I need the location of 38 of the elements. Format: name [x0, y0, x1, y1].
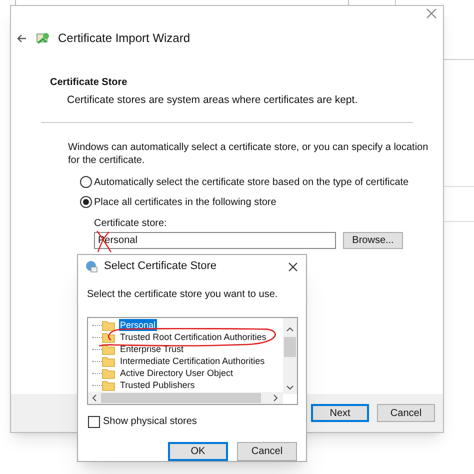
checkbox[interactable]: [88, 416, 100, 428]
scrollbar-thumb[interactable]: [284, 337, 296, 358]
scroll-up-icon[interactable]: [286, 326, 294, 332]
tree-item[interactable]: Trusted Root Certification Authorities: [119, 331, 268, 344]
horizontal-scrollbar[interactable]: [88, 392, 283, 404]
tree-item[interactable]: Enterprise Trust: [119, 343, 185, 356]
tree-item[interactable]: Active Directory User Object: [119, 367, 234, 380]
scroll-left-icon[interactable]: [91, 394, 97, 402]
intro-text: Windows can automatically select a certificate store, or you can specify a location for the certificate.: [68, 140, 429, 167]
radio-button[interactable]: [80, 196, 92, 208]
radio-button[interactable]: [80, 176, 92, 188]
vertical-scrollbar[interactable]: [283, 318, 297, 394]
cancel-button[interactable]: Cancel: [377, 404, 435, 422]
scrollbar-thumb[interactable]: [101, 393, 261, 403]
section-description: Certificate stores are system areas where certificates are kept.: [66, 93, 359, 108]
section-heading: Certificate Store: [50, 76, 128, 90]
folder-icon: [102, 356, 115, 367]
globe-icon: [85, 260, 98, 274]
next-button[interactable]: Next: [311, 404, 369, 422]
tree-item[interactable]: Intermediate Certification Authorities: [119, 355, 266, 368]
cancel-button[interactable]: Cancel: [237, 442, 297, 461]
dialog-title: Select Certificate Store: [104, 259, 216, 274]
checkbox-label: Show physical stores: [103, 415, 197, 429]
field-label: Certificate store:: [94, 216, 167, 231]
scroll-down-icon[interactable]: [286, 385, 294, 392]
back-arrow-icon[interactable]: [17, 34, 27, 42]
close-icon[interactable]: [288, 262, 298, 272]
window-title: Certificate Import Wizard: [58, 30, 190, 47]
certificate-icon: [35, 30, 50, 46]
radio-label: Automatically select the certificate store based on the type of certificate: [94, 176, 409, 190]
dialog-prompt: Select the certificate store you want to use.: [86, 288, 279, 302]
folder-icon: [102, 368, 115, 379]
ok-button[interactable]: OK: [168, 442, 228, 461]
tree-item[interactable]: Trusted Publishers: [119, 379, 196, 392]
scroll-right-icon[interactable]: [273, 394, 279, 402]
folder-icon: [102, 320, 115, 331]
browse-button[interactable]: Browse...: [343, 232, 403, 249]
radio-label: Place all certificates in the following store: [94, 196, 276, 210]
